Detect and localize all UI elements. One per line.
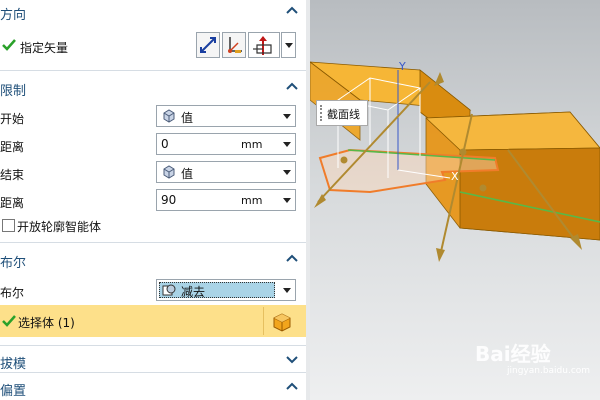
chevron-down-icon[interactable] — [284, 351, 300, 367]
dropdown-arrow-icon[interactable] — [283, 198, 291, 203]
reverse-direction-button[interactable] — [196, 32, 220, 58]
start-dropdown[interactable]: 值 — [156, 105, 296, 127]
section-curve-tooltip: 截面线 — [316, 100, 368, 126]
specify-vector-label: 指定矢量 — [20, 41, 69, 55]
reverse-direction-icon — [200, 37, 216, 53]
inferred-vector-button[interactable] — [248, 32, 280, 58]
limits-section-header[interactable]: 限制 — [0, 76, 306, 100]
subtract-icon — [162, 284, 176, 296]
tooltip-text: 截面线 — [327, 108, 360, 121]
watermark-brand: Bai经验 — [475, 342, 551, 366]
check-icon — [2, 39, 16, 51]
distance1-label: 距离 — [0, 140, 25, 154]
start-label: 开始 — [0, 112, 25, 126]
x-axis-label: X — [451, 170, 459, 183]
boolean-dropdown-value: 减去 — [181, 285, 206, 299]
select-body-row[interactable]: 选择体 (1) — [0, 305, 306, 337]
dropdown-arrow-icon — [285, 43, 293, 48]
distance2-unit: mm — [241, 194, 263, 207]
open-profile-checkbox[interactable] — [2, 219, 15, 232]
graphics-viewport[interactable]: Y X Bai经验 jingyan.baidu.com — [310, 0, 600, 400]
section-divider — [0, 242, 306, 243]
dropdown-arrow-icon[interactable] — [283, 142, 291, 147]
vector-dialog-icon — [228, 37, 242, 53]
row-divider — [263, 307, 264, 335]
watermark-url: jingyan.baidu.com — [507, 366, 591, 376]
limits-section-title: 限制 — [0, 84, 27, 99]
extrude-dialog-panel: 方向 指定矢量 限制 开始 值 距离 0 mm 结束 值 距离 90 mm 开放… — [0, 0, 306, 400]
value-cube-icon — [163, 165, 175, 179]
dropdown-arrow-icon — [283, 288, 291, 293]
end-dropdown-value: 值 — [181, 167, 194, 181]
section-divider — [0, 372, 306, 373]
chevron-up-icon[interactable] — [284, 78, 300, 94]
select-body-label: 选择体 (1) — [18, 316, 75, 330]
section-divider — [0, 345, 306, 346]
distance1-value: 0 — [161, 137, 169, 151]
boolean-section-header[interactable]: 布尔 — [0, 248, 306, 272]
direction-section-title: 方向 — [0, 8, 27, 23]
boolean-section-title: 布尔 — [0, 256, 27, 271]
offset-section-header[interactable]: 偏置 — [0, 376, 306, 400]
distance1-unit: mm — [241, 138, 263, 151]
direction-section-header[interactable]: 方向 — [0, 0, 306, 24]
tooltip-grip — [320, 105, 324, 121]
distance1-field[interactable]: 0 mm — [156, 133, 296, 155]
end-dropdown[interactable]: 值 — [156, 161, 296, 183]
end-label: 结束 — [0, 168, 25, 182]
vector-type-dropdown[interactable] — [281, 32, 296, 58]
boolean-dropdown[interactable]: 减去 — [156, 279, 296, 301]
boolean-label: 布尔 — [0, 286, 25, 300]
vector-dialog-button[interactable] — [222, 32, 246, 58]
offset-section-title: 偏置 — [0, 384, 27, 399]
value-cube-icon — [163, 109, 175, 123]
distance2-field[interactable]: 90 mm — [156, 189, 296, 211]
draft-section-header[interactable]: 拔模 — [0, 349, 306, 373]
open-profile-label: 开放轮廓智能体 — [17, 220, 102, 234]
start-dropdown-value: 值 — [181, 111, 194, 125]
boolean-dropdown-highlight — [159, 282, 275, 298]
chevron-up-icon[interactable] — [284, 250, 300, 266]
distance2-label: 距离 — [0, 196, 25, 210]
inferred-vector-icon — [253, 36, 272, 55]
baidu-watermark: Bai经验 jingyan.baidu.com — [475, 338, 595, 382]
y-axis-label: Y — [399, 60, 406, 73]
check-icon — [2, 315, 16, 327]
dropdown-arrow-icon — [283, 114, 291, 119]
chevron-up-icon[interactable] — [284, 2, 300, 18]
dropdown-arrow-icon — [283, 170, 291, 175]
section-divider — [0, 70, 306, 71]
distance2-value: 90 — [161, 193, 177, 207]
chevron-up-icon[interactable] — [284, 378, 300, 394]
draft-section-title: 拔模 — [0, 357, 27, 372]
solid-body-icon[interactable] — [270, 310, 294, 334]
